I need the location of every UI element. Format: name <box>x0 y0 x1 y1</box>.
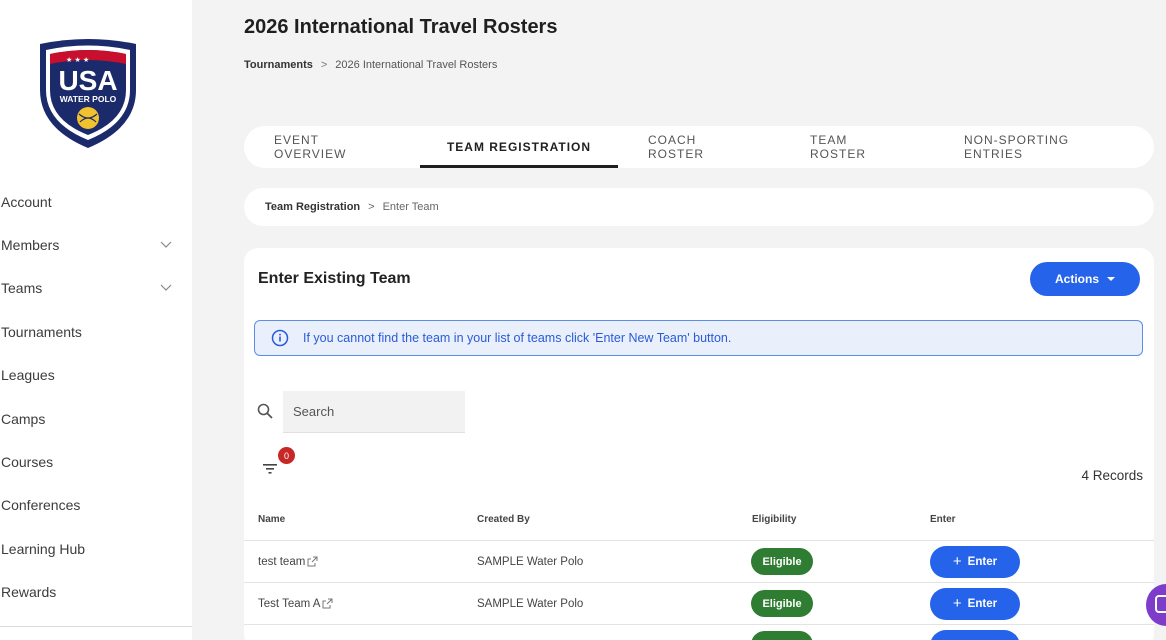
external-link-icon[interactable] <box>322 598 333 609</box>
eligible-badge: Eligible <box>751 590 813 617</box>
breadcrumb-separator: > <box>320 59 328 71</box>
sidebar-item-members[interactable]: Members <box>0 223 192 266</box>
table-row: Test Team A SAMPLE Water Polo Eligible +… <box>244 582 1154 623</box>
eligibility-cell: Eligible <box>751 541 813 582</box>
actions-button-label: Actions <box>1054 272 1099 286</box>
team-name-cell[interactable]: Test Team A <box>258 583 333 624</box>
subcrumb-separator: > <box>368 201 375 213</box>
sidebar-item-rewards[interactable]: Rewards <box>0 571 192 614</box>
actions-button[interactable]: Actions <box>1030 262 1140 296</box>
sidebar: ★ ★ ★ USA WATER POLO Account Members Tea… <box>0 0 192 640</box>
tab-team-roster[interactable]: TEAM ROSTER <box>810 126 904 168</box>
table-row-partial <box>244 624 1154 640</box>
external-link-icon[interactable] <box>307 556 318 567</box>
sidebar-item-learning-hub[interactable]: Learning Hub <box>0 527 192 570</box>
caret-down-icon <box>1107 277 1115 281</box>
enter-cell: + Enter <box>930 541 1020 582</box>
team-name[interactable]: Test Team A <box>258 598 320 610</box>
breadcrumb-link-tournaments[interactable]: Tournaments <box>244 59 313 71</box>
logo-text-usa: USA <box>58 65 117 96</box>
sidebar-item-label: Conferences <box>1 497 81 514</box>
column-header-created-by[interactable]: Created By <box>477 514 530 525</box>
eligible-badge-partial <box>751 631 813 640</box>
sidebar-item-label: Members <box>1 237 60 254</box>
logo-text-water-polo: WATER POLO <box>60 94 117 104</box>
search-icon <box>257 403 273 419</box>
sidebar-item-label: Rewards <box>1 584 57 601</box>
sidebar-item-camps[interactable]: Camps <box>0 397 192 440</box>
column-header-eligibility[interactable]: Eligibility <box>752 514 796 525</box>
sidebar-item-conferences[interactable]: Conferences <box>0 484 192 527</box>
page-title: 2026 International Travel Rosters <box>244 16 558 38</box>
chevron-down-icon <box>160 241 172 248</box>
enter-team-card: Enter Existing Team Actions If you canno… <box>244 248 1154 640</box>
tab-non-sporting-entries[interactable]: NON-SPORTING ENTRIES <box>964 126 1126 168</box>
info-alert: If you cannot find the team in your list… <box>254 320 1143 356</box>
filter-count-badge: 0 <box>278 447 295 464</box>
sidebar-item-label: Account <box>1 193 52 210</box>
breadcrumb: Tournaments > 2026 International Travel … <box>244 59 497 71</box>
filter-icon[interactable] <box>263 463 277 475</box>
enter-team-button[interactable]: + Enter <box>930 545 1020 578</box>
sidebar-divider <box>0 626 192 627</box>
sidebar-item-label: Tournaments <box>1 323 82 340</box>
usa-water-polo-logo[interactable]: ★ ★ ★ USA WATER POLO <box>36 38 140 150</box>
subcrumb-link-team-registration[interactable]: Team Registration <box>265 201 360 213</box>
table-row: test team SAMPLE Water Polo Eligible + E… <box>244 540 1154 581</box>
sub-breadcrumb: Team Registration > Enter Team <box>244 188 1154 226</box>
tab-event-overview[interactable]: EVENT OVERVIEW <box>274 126 390 168</box>
eligible-badge: Eligible <box>751 548 813 575</box>
sidebar-item-courses[interactable]: Courses <box>0 440 192 483</box>
sidebar-item-tournaments[interactable]: Tournaments <box>0 310 192 353</box>
search-input[interactable] <box>283 391 465 433</box>
subcrumb-current: Enter Team <box>382 201 439 213</box>
sidebar-item-label: Teams <box>1 280 43 297</box>
info-message: If you cannot find the team in your list… <box>303 331 732 345</box>
sidebar-item-leagues[interactable]: Leagues <box>0 354 192 397</box>
enter-cell <box>930 630 1020 640</box>
sidebar-item-label: Leagues <box>1 367 55 384</box>
records-count: 4 Records <box>1081 468 1143 483</box>
sidebar-item-label: Camps <box>1 410 46 427</box>
sidebar-item-teams[interactable]: Teams <box>0 267 192 310</box>
plus-icon: + <box>952 553 962 570</box>
created-by-cell: SAMPLE Water Polo <box>477 555 584 568</box>
eligibility-cell <box>751 631 813 640</box>
plus-icon: + <box>952 595 962 612</box>
team-name[interactable]: test team <box>258 556 305 568</box>
enter-cell: + Enter <box>930 583 1020 624</box>
eligibility-cell: Eligible <box>751 583 813 624</box>
sidebar-item-label: Courses <box>1 454 54 471</box>
enter-team-button-partial[interactable] <box>930 630 1020 640</box>
tab-team-registration[interactable]: TEAM REGISTRATION <box>420 126 618 168</box>
chat-icon <box>1155 595 1166 613</box>
chevron-down-icon <box>160 285 172 292</box>
info-icon <box>271 329 289 347</box>
enter-team-button[interactable]: + Enter <box>930 587 1020 620</box>
created-by-cell: SAMPLE Water Polo <box>477 597 584 610</box>
sidebar-nav: Account Members Teams Tournaments League… <box>0 180 192 614</box>
tab-coach-roster[interactable]: COACH ROSTER <box>648 126 750 168</box>
svg-text:★ ★ ★: ★ ★ ★ <box>66 56 89 64</box>
column-header-name[interactable]: Name <box>258 514 285 525</box>
sidebar-item-label: Learning Hub <box>1 540 86 557</box>
enter-button-label: Enter <box>967 597 998 610</box>
enter-button-label: Enter <box>967 555 998 568</box>
team-name-cell[interactable]: test team <box>258 541 318 582</box>
sidebar-item-account[interactable]: Account <box>0 180 192 223</box>
column-header-enter: Enter <box>930 514 956 525</box>
card-title: Enter Existing Team <box>258 270 411 287</box>
breadcrumb-current: 2026 International Travel Rosters <box>335 59 498 71</box>
tab-bar: EVENT OVERVIEW TEAM REGISTRATION COACH R… <box>244 126 1154 168</box>
